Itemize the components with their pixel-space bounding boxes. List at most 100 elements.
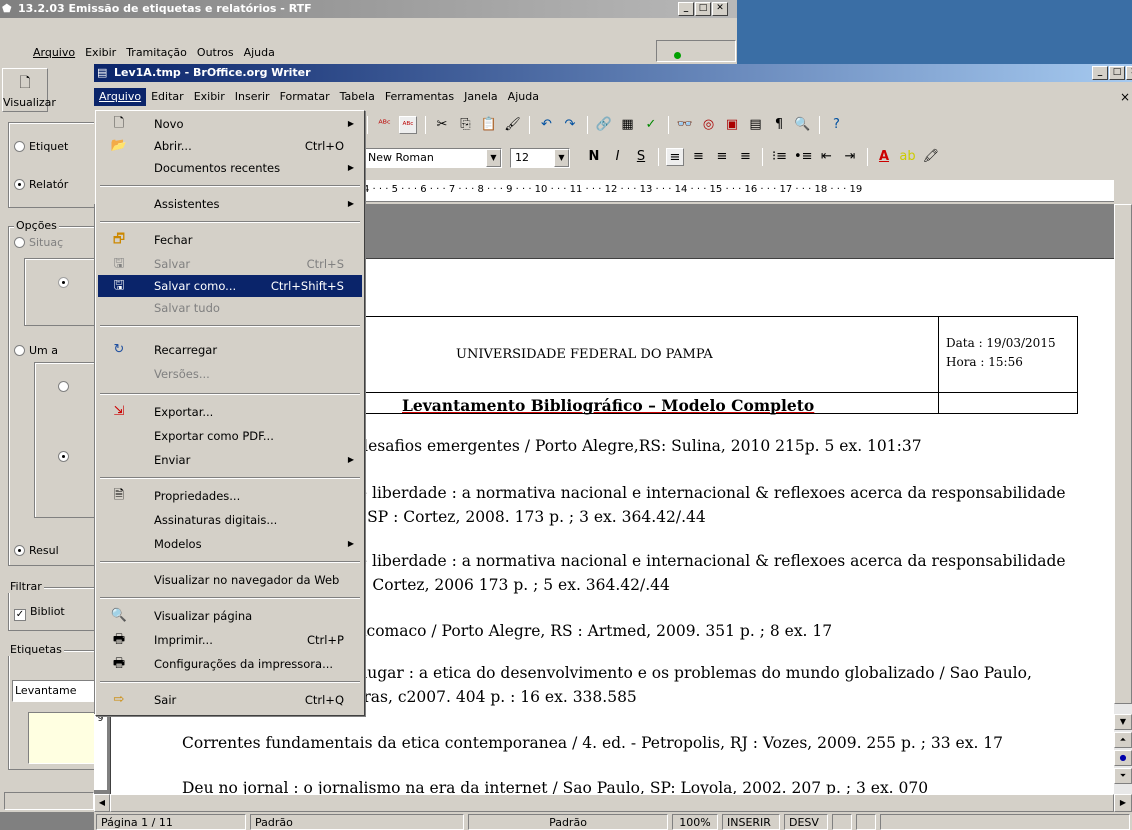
menu-item-assinaturas[interactable]: Assinaturas digitais...: [98, 509, 362, 531]
autospellcheck-icon[interactable]: ᴬᴮᶜ: [399, 116, 417, 134]
maximize-icon[interactable]: □: [695, 2, 711, 16]
scroll-thumb[interactable]: [1114, 204, 1132, 704]
menu-ferramentas[interactable]: Ferramentas: [380, 88, 459, 106]
radio-sub-3[interactable]: [58, 450, 73, 463]
back-menu-tramitacao[interactable]: Tramitação: [121, 44, 192, 62]
radio-relatorio[interactable]: Relatór: [14, 178, 68, 191]
menu-inserir[interactable]: Inserir: [230, 88, 275, 106]
vertical-scrollbar[interactable]: ▼ ⏶ ● ⏷: [1114, 204, 1132, 794]
menu-item-visualizar-pagina[interactable]: 🔍 Visualizar página: [98, 605, 362, 627]
menu-tabela[interactable]: Tabela: [335, 88, 380, 106]
clone-format-icon[interactable]: 🖌: [504, 116, 522, 134]
navigator-icon[interactable]: ◎: [700, 116, 718, 134]
numbering-icon[interactable]: ⁝≡: [771, 148, 789, 166]
menu-item-propriedades[interactable]: 🗎 Propriedades...: [98, 485, 362, 507]
etiquetas-input[interactable]: Levantame: [12, 680, 98, 702]
menu-formatar[interactable]: Formatar: [275, 88, 335, 106]
menu-item-novo[interactable]: 🗋 Novo ▶: [98, 113, 362, 135]
paste-icon[interactable]: 📋: [480, 116, 498, 134]
help-icon[interactable]: ?: [828, 116, 846, 134]
font-name-box[interactable]: New Roman: [364, 148, 502, 168]
menu-ajuda[interactable]: Ajuda: [503, 88, 544, 106]
menu-item-config-impressora[interactable]: 🖶 Configurações da impressora...: [98, 653, 362, 675]
menu-item-sair[interactable]: ⇨ Sair Ctrl+Q: [98, 689, 362, 711]
menu-item-enviar[interactable]: Enviar ▶: [98, 449, 362, 471]
bullets-icon[interactable]: •≡: [794, 148, 813, 166]
back-menu-arquivo[interactable]: Arquivo: [28, 44, 80, 62]
back-menu-exibir[interactable]: Exibir: [80, 44, 121, 62]
writer-maximize-icon[interactable]: □: [1109, 66, 1125, 80]
minimize-icon[interactable]: _: [678, 2, 694, 16]
italic-icon[interactable]: I: [609, 148, 627, 166]
menu-item-assistentes[interactable]: Assistentes ▶: [98, 193, 362, 215]
align-right-icon[interactable]: ≡: [713, 148, 731, 166]
radio-sub-2[interactable]: [58, 380, 73, 393]
font-color-icon[interactable]: A: [875, 148, 893, 166]
menu-item-versoes[interactable]: Versões...: [98, 363, 362, 385]
draw-functions-icon[interactable]: ✓: [642, 116, 660, 134]
menu-item-recentes[interactable]: Documentos recentes ▶: [98, 157, 362, 179]
radio-sub-1[interactable]: [58, 276, 73, 289]
align-left-icon[interactable]: ≡: [666, 148, 684, 166]
justify-icon[interactable]: ≡: [737, 148, 755, 166]
close-icon[interactable]: ✕: [712, 2, 728, 16]
menu-item-recarregar[interactable]: ↻ Recarregar: [98, 339, 362, 361]
close-document-icon[interactable]: ×: [1120, 90, 1130, 104]
h-scroll-thumb[interactable]: [110, 794, 1114, 812]
menu-item-salvar[interactable]: 🖫 Salvar Ctrl+S: [98, 253, 362, 275]
menu-item-visualizar-web[interactable]: Visualizar no navegador da Web: [98, 569, 362, 591]
bold-icon[interactable]: N: [585, 148, 603, 166]
table-icon[interactable]: ▦: [619, 116, 637, 134]
status-zoom[interactable]: 100%: [672, 814, 718, 830]
radio-situacao[interactable]: Situaç: [14, 236, 63, 249]
find-replace-icon[interactable]: 👓: [676, 116, 694, 134]
redo-icon[interactable]: ↷: [561, 116, 579, 134]
radio-uma[interactable]: Um a: [14, 344, 58, 357]
radio-resultado[interactable]: Resul: [14, 544, 59, 557]
formatting-marks-icon[interactable]: ¶: [770, 116, 788, 134]
radio-etiquetas[interactable]: Etiquet: [14, 140, 68, 153]
next-page-icon[interactable]: ⏷: [1114, 768, 1132, 784]
menu-item-salvar-como[interactable]: 🖫 Salvar como... Ctrl+Shift+S: [98, 275, 362, 297]
writer-minimize-icon[interactable]: _: [1092, 66, 1108, 80]
menu-editar[interactable]: Editar: [146, 88, 189, 106]
font-size-dropdown-icon[interactable]: ▼: [554, 149, 569, 167]
menu-item-imprimir[interactable]: 🖶 Imprimir... Ctrl+P: [98, 629, 362, 651]
menu-item-modelos[interactable]: Modelos ▶: [98, 533, 362, 555]
status-insert-mode[interactable]: INSERIR: [722, 814, 780, 830]
scroll-down-icon[interactable]: ▼: [1114, 714, 1132, 730]
hyperlink-icon[interactable]: 🔗: [595, 116, 613, 134]
navigation-icon[interactable]: ●: [1114, 750, 1132, 766]
zoom-icon[interactable]: 🔍: [794, 116, 812, 134]
cut-icon[interactable]: ✂: [433, 116, 451, 134]
increase-indent-icon[interactable]: ⇥: [841, 148, 859, 166]
check-biblioteca[interactable]: ✓ Bibliot: [14, 605, 65, 621]
status-selection-mode[interactable]: DESV: [784, 814, 828, 830]
prev-page-icon[interactable]: ⏶: [1114, 732, 1132, 748]
copy-icon[interactable]: ⎘: [457, 116, 475, 134]
back-menu-outros[interactable]: Outros: [192, 44, 239, 62]
menu-item-exportar[interactable]: ⇲ Exportar...: [98, 401, 362, 423]
horizontal-scrollbar[interactable]: ◀ ▶: [94, 794, 1132, 812]
gallery-icon[interactable]: ▣: [723, 116, 741, 134]
visualizar-button[interactable]: 🗋 Visualizar: [2, 68, 56, 112]
data-sources-icon[interactable]: ▤: [747, 116, 765, 134]
align-center-icon[interactable]: ≡: [690, 148, 708, 166]
scroll-right-icon[interactable]: ▶: [1114, 794, 1132, 812]
menu-item-abrir[interactable]: 📂 Abrir... Ctrl+O: [98, 135, 362, 157]
menu-janela[interactable]: Janela: [459, 88, 503, 106]
spellcheck-icon[interactable]: ᴬᴮᶜ: [376, 116, 394, 134]
highlight-icon[interactable]: ab: [899, 148, 917, 166]
menu-item-salvar-tudo[interactable]: Salvar tudo: [98, 297, 362, 319]
menu-item-fechar[interactable]: 🗗 Fechar: [98, 229, 362, 251]
undo-icon[interactable]: ↶: [538, 116, 556, 134]
underline-icon[interactable]: S: [632, 148, 650, 166]
menu-item-exportar-pdf[interactable]: Exportar como PDF...: [98, 425, 362, 447]
writer-close-icon[interactable]: ✕: [1126, 66, 1132, 80]
scroll-left-icon[interactable]: ◀: [94, 794, 110, 812]
menu-exibir[interactable]: Exibir: [189, 88, 230, 106]
decrease-indent-icon[interactable]: ⇤: [818, 148, 836, 166]
font-name-dropdown-icon[interactable]: ▼: [486, 149, 501, 167]
back-menu-ajuda[interactable]: Ajuda: [239, 44, 280, 62]
background-color-icon[interactable]: 🖍: [922, 148, 940, 166]
